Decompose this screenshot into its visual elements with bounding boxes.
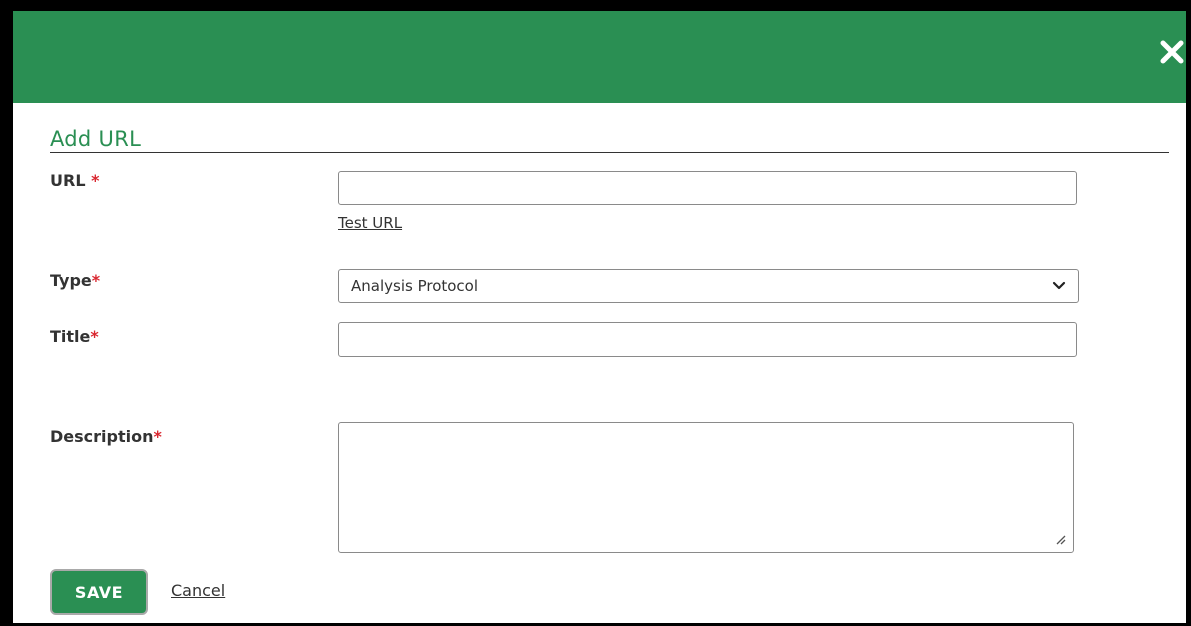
close-icon <box>1160 40 1184 64</box>
dialog-title: Add URL <box>50 127 142 151</box>
description-label: Description* <box>50 427 162 446</box>
title-input[interactable] <box>338 322 1077 357</box>
type-selected-value: Analysis Protocol <box>351 277 479 295</box>
type-label: Type* <box>50 271 101 290</box>
test-url-link[interactable]: Test URL <box>338 214 402 232</box>
add-url-dialog: Add URL URL * Test URL Type* Analysis Pr… <box>13 11 1186 623</box>
dialog-header <box>13 11 1186 103</box>
chevron-down-icon <box>1052 281 1066 290</box>
save-button[interactable]: SAVE <box>50 569 148 615</box>
type-select[interactable]: Analysis Protocol <box>338 269 1079 303</box>
required-marker: * <box>91 271 101 290</box>
resize-grip-icon[interactable] <box>1054 533 1066 545</box>
url-input[interactable] <box>338 171 1077 205</box>
title-label: Title* <box>50 327 99 346</box>
url-label: URL * <box>50 171 100 190</box>
required-marker: * <box>153 427 162 446</box>
description-textarea[interactable] <box>338 422 1074 553</box>
cancel-link[interactable]: Cancel <box>171 581 225 600</box>
close-button[interactable] <box>1158 38 1186 66</box>
title-divider <box>50 152 1169 153</box>
required-marker: * <box>90 327 99 346</box>
required-marker: * <box>91 171 100 190</box>
